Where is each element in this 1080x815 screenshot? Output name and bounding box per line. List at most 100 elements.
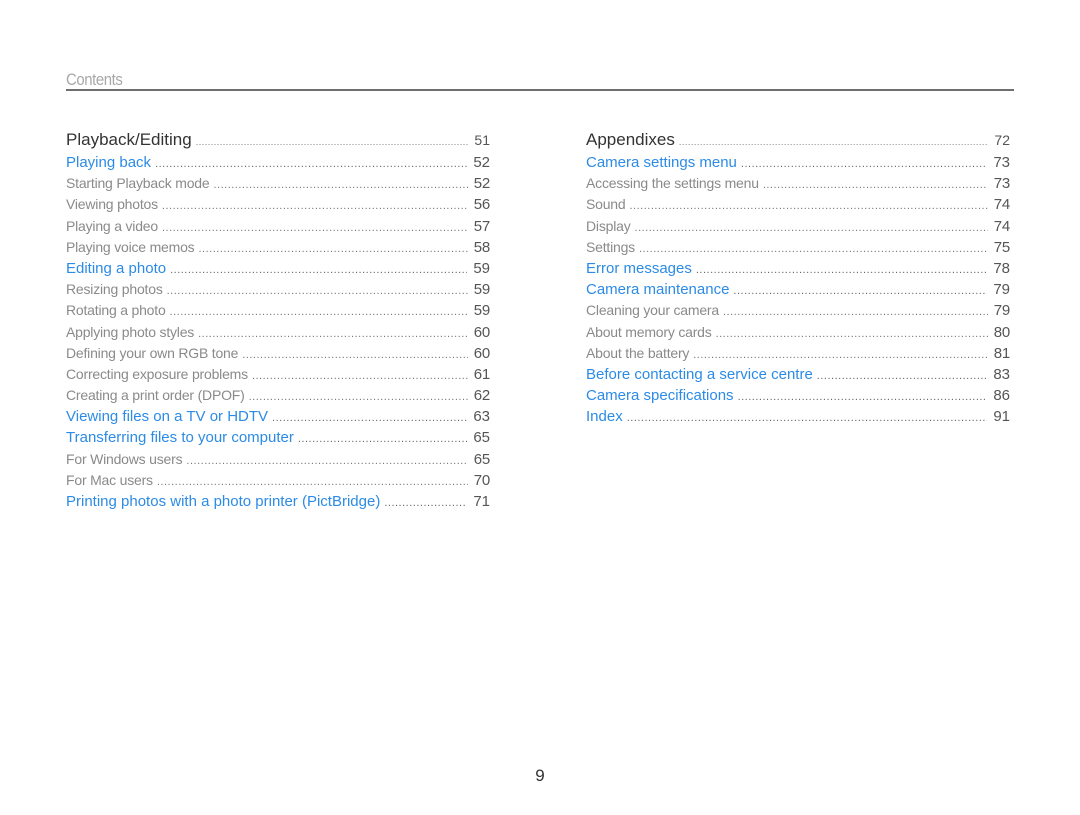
toc-entry-sub[interactable]: Sound 74 [586, 196, 1010, 217]
dot-leader [763, 179, 988, 191]
dot-leader [817, 370, 988, 382]
dot-leader [155, 158, 467, 170]
toc-entry-sub[interactable]: Settings 75 [586, 239, 1010, 260]
toc-entry-topic[interactable]: Playing back 52 [66, 154, 490, 175]
dot-leader [629, 200, 987, 212]
dot-leader [242, 349, 467, 361]
toc-entry-label: For Mac users [66, 471, 153, 488]
toc-entry-topic[interactable]: Printing photos with a photo printer (Pi… [66, 493, 490, 514]
toc-entry-label: Error messages [586, 259, 692, 277]
toc-entry-label: Creating a print order (DPOF) [66, 387, 245, 404]
dot-leader [384, 497, 467, 509]
toc-entry-topic[interactable]: Editing a photo 59 [66, 260, 490, 281]
toc-entry-page: 63 [473, 408, 490, 426]
toc-entry-page: 61 [473, 365, 490, 383]
toc-entry-page: 80 [993, 323, 1010, 341]
toc-entry-label: Printing photos with a photo printer (Pi… [66, 493, 381, 510]
toc-entry-page: 60 [473, 323, 490, 341]
contents-header-title: Contents [66, 70, 123, 89]
toc-entry-section[interactable]: Appendixes 72 [586, 130, 1010, 154]
dot-leader [723, 306, 988, 318]
toc-entry-page: 91 [993, 408, 1010, 426]
toc-entry-label: About memory cards [586, 323, 712, 340]
toc-entry-page: 52 [473, 154, 490, 171]
toc-entry-label: Display [586, 217, 631, 234]
toc-entry-label: Sound [586, 196, 626, 213]
toc-entry-page: 81 [993, 344, 1010, 362]
toc-entry-topic[interactable]: Transferring files to your computer 65 [66, 429, 490, 450]
dot-leader [716, 328, 988, 340]
toc-entry-page: 70 [473, 471, 490, 489]
toc-entry-page: 65 [473, 450, 490, 468]
dot-leader [162, 222, 468, 234]
toc-entry-topic[interactable]: Camera settings menu 73 [586, 154, 1010, 175]
dot-leader [252, 370, 468, 382]
toc-entry-label: Index [586, 408, 623, 426]
toc-entry-label: Viewing photos [66, 196, 158, 213]
toc-entry-label: Rotating a photo [66, 302, 166, 319]
toc-entry-topic[interactable]: Camera maintenance 79 [586, 281, 1010, 302]
toc-column-left: Playback/Editing 51 Playing back52Starting… [66, 130, 490, 514]
toc-entry-sub[interactable]: Playing a video 57 [66, 218, 490, 239]
toc-entry-topic[interactable]: Error messages 78 [586, 260, 1010, 281]
toc-entry-label: Editing a photo [66, 259, 167, 277]
dot-leader [741, 158, 987, 170]
dot-leader [733, 285, 987, 297]
toc-entry-page: 51 [474, 132, 490, 148]
toc-entry-sub[interactable]: For Mac users 70 [66, 472, 490, 493]
toc-entry-page: 78 [993, 259, 1010, 277]
toc-entry-label: Viewing files on a TV or HDTV [66, 408, 269, 426]
dot-leader [170, 264, 467, 276]
dot-leader [635, 222, 988, 234]
toc-entry-topic[interactable]: Viewing files on a TV or HDTV 63 [66, 408, 490, 429]
dot-leader [162, 200, 468, 212]
toc-entry-page: 59 [473, 259, 490, 277]
toc-entry-label: Accessing the settings menu [586, 175, 759, 192]
toc-entry-sub[interactable]: Creating a print order (DPOF) 62 [66, 387, 490, 408]
toc-entry-sub[interactable]: Resizing photos 59 [66, 281, 490, 302]
toc-entry-sub[interactable]: Defining your own RGB tone 60 [66, 345, 490, 366]
toc-entry-page: 59 [473, 302, 490, 320]
toc-entry-section[interactable]: Playback/Editing 51 [66, 130, 490, 154]
toc-entry-page: 62 [473, 387, 490, 405]
toc-entry-sub[interactable]: For Windows users 65 [66, 451, 490, 472]
toc-entry-sub[interactable]: Display 74 [586, 218, 1010, 239]
header-rule [66, 89, 1014, 91]
toc-entry-sub[interactable]: Accessing the settings menu 73 [586, 175, 1010, 196]
toc-entry-label: Camera specifications [586, 387, 734, 405]
toc-entry-sub[interactable]: About memory cards 80 [586, 324, 1010, 345]
dot-leader [196, 137, 469, 147]
toc-entry-page: 59 [473, 281, 490, 299]
toc-entry-label: Cleaning your camera [586, 302, 719, 319]
toc-entry-label: Playback/Editing [66, 130, 192, 149]
toc-entry-sub[interactable]: Rotating a photo 59 [66, 302, 490, 323]
toc-entry-page: 86 [993, 387, 1010, 405]
toc-entry-page: 52 [473, 175, 490, 193]
toc-entry-sub[interactable]: Starting Playback mode 52 [66, 175, 490, 196]
toc-entry-label: Applying photo styles [66, 323, 195, 340]
dot-leader [198, 328, 468, 340]
toc-entry-topic[interactable]: Before contacting a service centre 83 [586, 366, 1010, 387]
toc-entry-page: 71 [473, 493, 490, 510]
dot-leader [198, 243, 467, 255]
dot-leader [738, 391, 988, 403]
toc-entry-topic[interactable]: Index 91 [586, 408, 1010, 429]
toc-entry-sub[interactable]: Cleaning your camera 79 [586, 302, 1010, 323]
toc-entry-sub[interactable]: About the battery 81 [586, 345, 1010, 366]
toc-entry-page: 75 [993, 238, 1010, 256]
toc-entry-page: 79 [993, 302, 1010, 320]
toc-entry-sub[interactable]: Correcting exposure problems 61 [66, 366, 490, 387]
toc-entry-topic[interactable]: Camera specifications 86 [586, 387, 1010, 408]
toc-entry-page: 73 [993, 175, 1010, 193]
toc-entry-page: 74 [993, 196, 1010, 214]
toc-entry-sub[interactable]: Applying photo styles 60 [66, 324, 490, 345]
dot-leader [627, 412, 988, 424]
dot-leader [157, 476, 468, 488]
toc-entry-page: 79 [993, 281, 1010, 299]
toc-entry-label: Settings [586, 238, 635, 255]
toc-entry-label: Correcting exposure problems [66, 365, 248, 382]
toc-entry-sub[interactable]: Playing voice memos 58 [66, 239, 490, 260]
toc-entry-label: Before contacting a service centre [586, 365, 813, 383]
toc-entry-label: Transferring files to your computer [66, 429, 294, 447]
toc-entry-sub[interactable]: Viewing photos 56 [66, 196, 490, 217]
